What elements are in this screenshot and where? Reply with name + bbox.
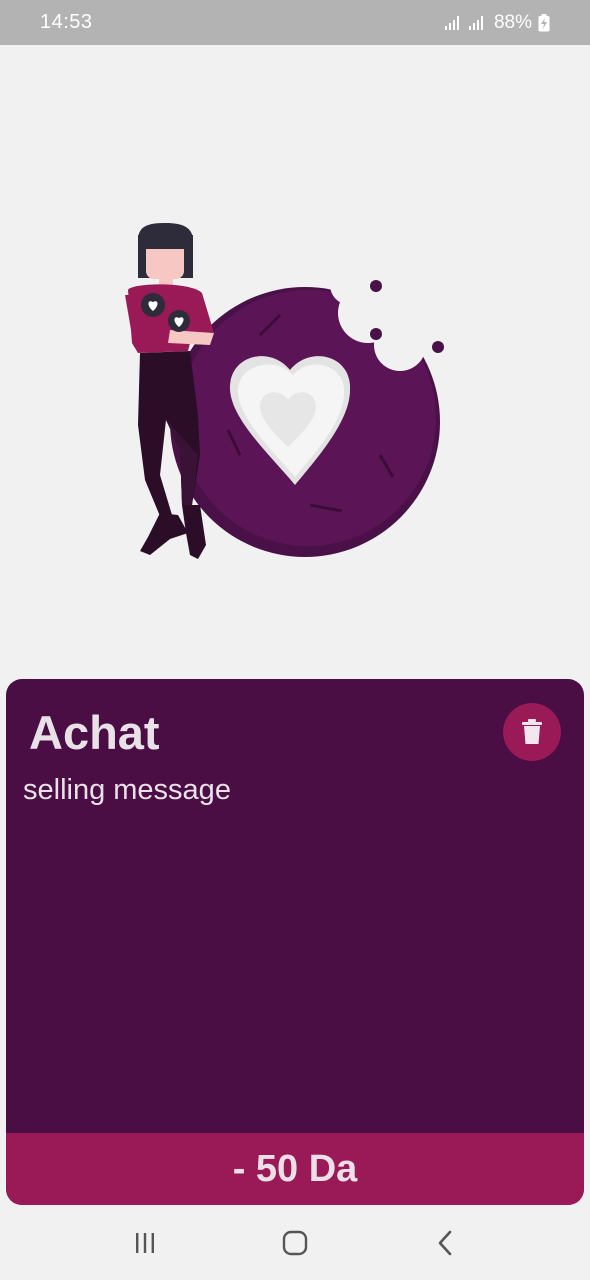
battery-charging-icon	[538, 13, 550, 31]
card-title: Achat	[29, 706, 160, 759]
nav-back-button[interactable]	[425, 1223, 465, 1263]
card-footer: - 50 Da	[6, 1133, 584, 1205]
home-icon	[282, 1230, 308, 1256]
signal-icon-2	[468, 15, 483, 30]
navigation-bar	[0, 1206, 590, 1280]
back-icon	[438, 1230, 452, 1256]
trash-icon	[522, 719, 542, 744]
battery-percent: 88%	[493, 11, 532, 33]
transaction-card: Achat selling message - 50 Da	[6, 679, 584, 1205]
card-message: selling message	[23, 774, 231, 806]
card-amount: - 50 Da	[232, 1147, 358, 1190]
woman-with-cookie-heart-illustration	[125, 223, 444, 559]
signal-icon	[444, 15, 459, 30]
delete-button[interactable]	[503, 703, 561, 761]
nav-home-button[interactable]	[275, 1223, 315, 1263]
status-time: 14:53	[40, 11, 93, 33]
recents-icon	[136, 1233, 154, 1253]
nav-recents-button[interactable]	[125, 1223, 165, 1263]
illustration	[110, 215, 470, 575]
status-bar: 14:53 88%	[0, 0, 590, 45]
status-icons: 88%	[444, 12, 550, 34]
